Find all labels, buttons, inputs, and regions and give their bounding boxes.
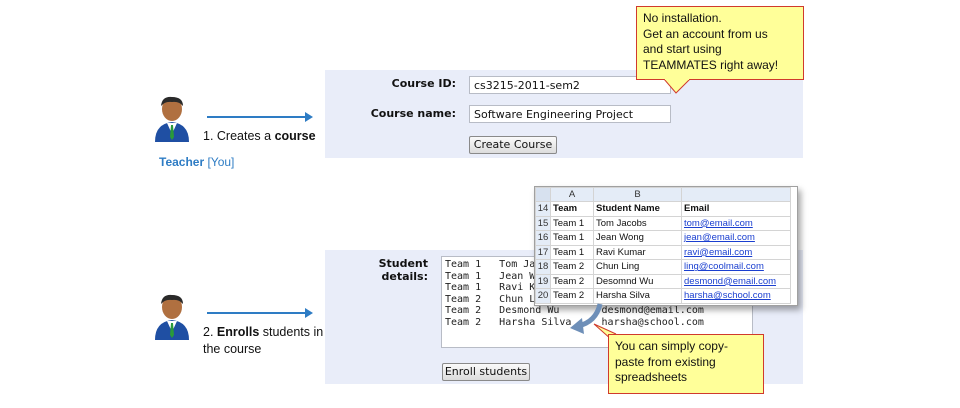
callout-top-line-4: TEAMMATES right away! — [643, 57, 779, 72]
teacher-name: Teacher — [159, 155, 205, 169]
teacher-icon — [155, 96, 189, 142]
callout-bottom-line-1: You can simply copy- — [615, 339, 728, 353]
step1-text: 1. Creates a course — [203, 128, 316, 145]
cell-team: Team 2 — [550, 273, 594, 289]
cell-name: Chun Ling — [593, 259, 682, 275]
step1-bold: course — [274, 129, 316, 143]
col-header-c — [681, 187, 791, 202]
cell-email: harsha@school.com — [681, 288, 791, 304]
teacher-suffix: [You] — [204, 155, 235, 169]
cell-email: jean@email.com — [681, 230, 791, 246]
step2-prefix: 2. — [203, 325, 217, 339]
cell-email: tom@email.com — [681, 215, 791, 231]
callout-top-pointer — [663, 79, 691, 94]
cell-name: Student Name — [593, 201, 682, 217]
arrow-line-2 — [207, 312, 307, 314]
cell-name: Tom Jacobs — [593, 215, 682, 231]
student-details-label: Student details: — [378, 257, 428, 283]
cell-team: Team — [550, 201, 594, 217]
sheet-row: 15 Team 1 Tom Jacobs tom@email.com — [535, 215, 791, 231]
cell-name: Ravi Kumar — [593, 244, 682, 260]
enroll-students-button[interactable]: Enroll students — [442, 363, 530, 381]
cell-email: ravi@email.com — [681, 244, 791, 260]
cell-email: ling@coolmail.com — [681, 259, 791, 275]
callout-top-line-2: Get an account from us — [643, 26, 768, 41]
cell-team: Team 1 — [550, 230, 594, 246]
row-number: 20 — [535, 288, 551, 304]
teacher-label: Teacher [You] — [159, 154, 234, 171]
callout-bottom-line-2: paste from existing — [615, 354, 716, 369]
cell-team: Team 1 — [550, 215, 594, 231]
row-number: 15 — [535, 215, 551, 231]
row-number: 17 — [535, 244, 551, 260]
sheet-row: 14 Team Student Name Email — [535, 201, 791, 217]
col-header-a: A — [550, 187, 594, 202]
row-number: 16 — [535, 230, 551, 246]
course-name-input[interactable]: Software Engineering Project — [469, 105, 671, 123]
spreadsheet-snippet: A B 14 Team Student Name Email 15 Team 1… — [534, 186, 798, 306]
step2-text: 2. Enrolls students in the course — [203, 324, 327, 358]
course-id-label: Course ID: — [391, 77, 456, 90]
cell-email: Email — [681, 201, 791, 217]
sheet-row: 19 Team 2 Desomnd Wu desmond@email.com — [535, 273, 791, 289]
cell-team: Team 2 — [550, 259, 594, 275]
col-header-b: B — [593, 187, 682, 202]
callout-no-installation: No installation. Get an account from us … — [636, 6, 804, 80]
course-name-label: Course name: — [370, 107, 456, 120]
cell-name: Jean Wong — [593, 230, 682, 246]
create-course-button[interactable]: Create Course — [469, 136, 557, 154]
row-number: 14 — [535, 201, 551, 217]
callout-top-line-3: and start using — [643, 42, 722, 56]
callout-top-line-1: No installation. — [643, 11, 722, 25]
callout-bottom-line-3: spreadsheets — [615, 370, 688, 384]
step2-bold: Enrolls — [216, 325, 260, 339]
teacher-icon — [155, 294, 189, 340]
callout-copy-paste: You can simply copy- paste from existing… — [608, 334, 764, 394]
row-number: 19 — [535, 273, 551, 289]
arrow-head-1 — [305, 112, 313, 122]
cell-team: Team 1 — [550, 244, 594, 260]
arrow-line-1 — [207, 116, 307, 118]
step1-prefix: 1. Creates a — [203, 129, 275, 143]
sheet-row: 16 Team 1 Jean Wong jean@email.com — [535, 230, 791, 246]
sheet-row: 17 Team 1 Ravi Kumar ravi@email.com — [535, 244, 791, 260]
sheet-row: 18 Team 2 Chun Ling ling@coolmail.com — [535, 259, 791, 275]
cell-name: Desomnd Wu — [593, 273, 682, 289]
cell-email: desmond@email.com — [681, 273, 791, 289]
row-number: 18 — [535, 259, 551, 275]
arrow-head-2 — [305, 308, 313, 318]
